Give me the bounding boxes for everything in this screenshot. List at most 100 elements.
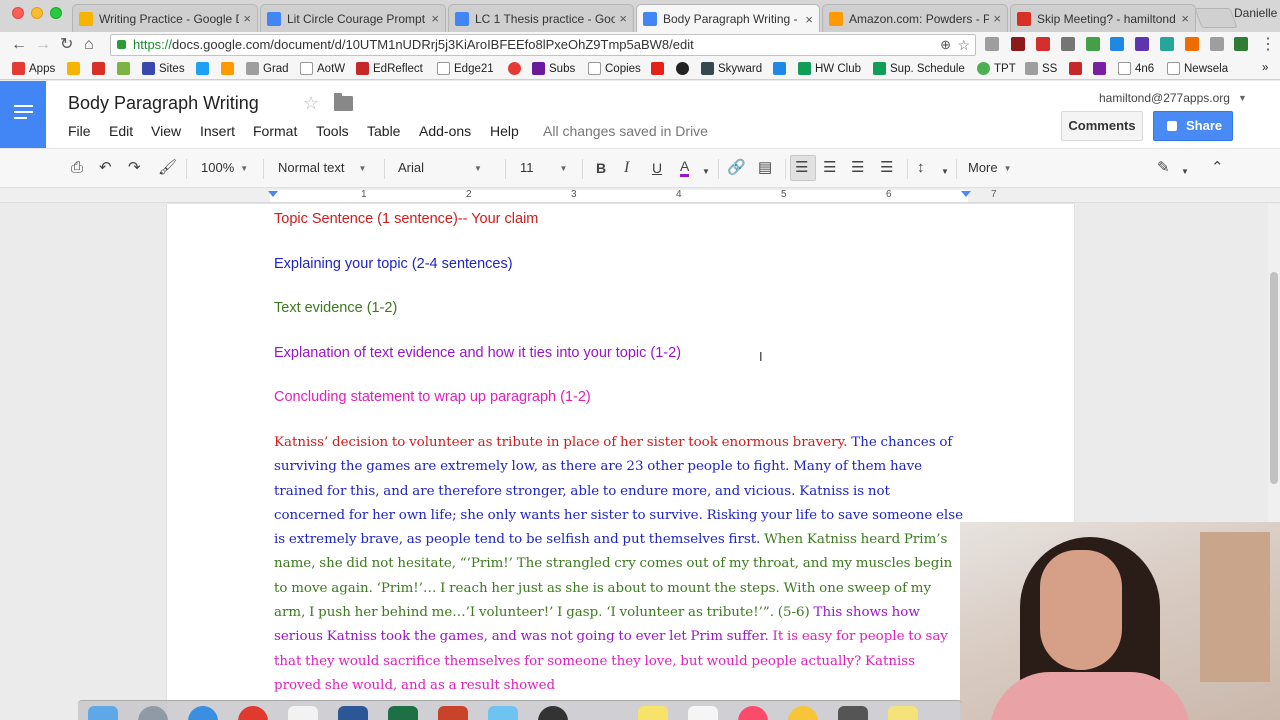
bookmark-hwclub[interactable]: HW Club	[798, 62, 861, 75]
bold-button[interactable]: B	[596, 159, 606, 177]
launchpad-icon[interactable]	[138, 706, 168, 720]
align-center-icon[interactable]: ☰	[823, 159, 836, 177]
body-paragraph[interactable]: Katniss’ decision to volunteer as tribut…	[274, 431, 964, 698]
outline-text-evidence[interactable]: Text evidence (1-2)	[274, 300, 397, 316]
app-icon[interactable]	[788, 706, 818, 720]
star-icon[interactable]: ☆	[303, 93, 319, 114]
extension-icon[interactable]	[1210, 37, 1224, 51]
app-icon[interactable]	[838, 706, 868, 720]
bookmark-youtube[interactable]	[651, 62, 668, 75]
bookmark-ss[interactable]: SS	[1025, 62, 1057, 75]
app-icon[interactable]	[538, 706, 568, 720]
safari-icon[interactable]	[188, 706, 218, 720]
bookmark-amazon[interactable]	[221, 62, 238, 75]
tab-close-icon[interactable]: ×	[243, 11, 251, 26]
bookmark-copies[interactable]: Copies	[588, 62, 641, 75]
extension-icon[interactable]	[1185, 37, 1199, 51]
align-justify-icon[interactable]: ☰	[880, 159, 893, 177]
extension-icon[interactable]	[1135, 37, 1149, 51]
extension-icon[interactable]	[1234, 37, 1248, 51]
menu-file[interactable]: File	[68, 123, 91, 139]
stickies-icon[interactable]	[888, 706, 918, 720]
bookmark-tpt[interactable]: TPT	[977, 62, 1016, 75]
outline-topic-sentence[interactable]: Topic Sentence (1 sentence)-- Your claim	[274, 211, 538, 227]
extension-icon[interactable]	[1061, 37, 1075, 51]
italic-button[interactable]: I	[624, 159, 629, 177]
comment-icon[interactable]: ▤	[758, 159, 772, 177]
itunes-icon[interactable]	[738, 706, 768, 720]
bookmark-twitter[interactable]	[196, 62, 213, 75]
bookmark-sites[interactable]: Sites	[142, 62, 185, 75]
folder-icon[interactable]	[334, 93, 353, 111]
chevron-down-icon[interactable]: ▼	[941, 163, 949, 181]
menu-edit[interactable]: Edit	[109, 123, 133, 139]
editing-mode-pencil-icon[interactable]: ✎	[1157, 159, 1170, 177]
bookmark-drive[interactable]	[67, 62, 84, 75]
align-right-icon[interactable]: ☰	[851, 159, 864, 177]
bookmark-calendar2[interactable]	[773, 62, 790, 75]
bookmark-edge21[interactable]: Edge21	[437, 62, 494, 75]
chevron-down-icon[interactable]: ▼	[702, 163, 710, 181]
new-tab-button[interactable]	[1194, 8, 1238, 28]
document-title[interactable]: Body Paragraph Writing	[68, 93, 259, 114]
chrome-menu-icon[interactable]: ⋮	[1260, 36, 1276, 54]
extension-icon[interactable]	[985, 37, 999, 51]
right-indent-marker[interactable]	[961, 191, 971, 197]
bookmarks-overflow-icon[interactable]: »	[1262, 62, 1268, 74]
window-close-button[interactable]	[12, 7, 24, 19]
bookmark-extra2[interactable]	[676, 62, 693, 75]
text-color-button[interactable]: A	[680, 159, 690, 177]
app-store-icon[interactable]	[488, 706, 518, 720]
extension-icon[interactable]	[1160, 37, 1174, 51]
tab-close-icon[interactable]: ×	[619, 11, 627, 26]
browser-tab[interactable]: Amazon.com: Powders - Pr ×	[822, 4, 1008, 32]
share-button[interactable]: Share	[1153, 111, 1233, 141]
bookmark-sup-schedule[interactable]: Sup. Schedule	[873, 62, 965, 75]
paint-format-icon[interactable]: 🖌	[158, 159, 177, 177]
bookmark-gmail[interactable]	[92, 62, 109, 75]
redo-icon[interactable]: ↷	[128, 159, 141, 177]
chevron-down-icon[interactable]: ▼	[1181, 163, 1189, 181]
tab-close-icon[interactable]: ×	[993, 11, 1001, 26]
undo-icon[interactable]: ↶	[99, 159, 112, 177]
bookmark-aotw[interactable]: AotW	[300, 62, 345, 75]
reminders-icon[interactable]	[688, 706, 718, 720]
collapse-menus-icon[interactable]: ⌃	[1211, 159, 1224, 177]
bookmark-4n6[interactable]: 4n6	[1118, 62, 1154, 75]
bookmark-calendar[interactable]	[117, 62, 134, 75]
window-zoom-button[interactable]	[50, 7, 62, 19]
reload-icon[interactable]: ↻	[60, 36, 73, 54]
underline-button[interactable]: U	[652, 159, 662, 177]
extension-icon[interactable]	[1036, 37, 1050, 51]
zoom-select[interactable]: 100% ▼	[201, 160, 248, 175]
browser-tab[interactable]: LC 1 Thesis practice - Goo ×	[448, 4, 634, 32]
menu-help[interactable]: Help	[490, 123, 519, 139]
extension-icon[interactable]	[1086, 37, 1100, 51]
tab-close-icon[interactable]: ×	[1181, 11, 1189, 26]
tab-close-icon[interactable]: ×	[805, 12, 813, 27]
browser-tab[interactable]: Skip Meeting? - hamiltond ×	[1010, 4, 1196, 32]
comments-button[interactable]: Comments	[1061, 111, 1143, 141]
bookmark-star-icon[interactable]: ☆	[957, 35, 970, 55]
finder-icon[interactable]	[88, 706, 118, 720]
menu-format[interactable]: Format	[253, 123, 297, 139]
bookmark-apps[interactable]: Apps	[12, 62, 55, 75]
bookmark-extra[interactable]	[508, 62, 525, 75]
link-icon[interactable]: 🔗	[727, 159, 746, 177]
back-icon[interactable]: ←	[11, 36, 27, 54]
extension-icon[interactable]	[1011, 37, 1025, 51]
align-left-icon[interactable]: ☰	[795, 159, 808, 177]
bookmark-extra3[interactable]	[1069, 62, 1086, 75]
tab-close-icon[interactable]: ×	[431, 11, 439, 26]
font-size-select[interactable]: 11 ▼	[520, 160, 567, 175]
menu-view[interactable]: View	[151, 123, 181, 139]
bookmark-skyward[interactable]: Skyward	[701, 62, 762, 75]
account-caret-icon[interactable]: ▼	[1238, 93, 1247, 103]
line-spacing-icon[interactable]: ↕	[917, 159, 925, 177]
print-icon[interactable]: ⎙	[71, 159, 83, 177]
excel-icon[interactable]	[388, 706, 418, 720]
browser-tab[interactable]: Lit Circle Courage Prompt ×	[260, 4, 446, 32]
browser-tab-active[interactable]: Body Paragraph Writing - G ×	[636, 4, 820, 33]
extension-icon[interactable]	[1110, 37, 1124, 51]
account-email[interactable]: hamiltond@277apps.org	[1099, 91, 1230, 105]
